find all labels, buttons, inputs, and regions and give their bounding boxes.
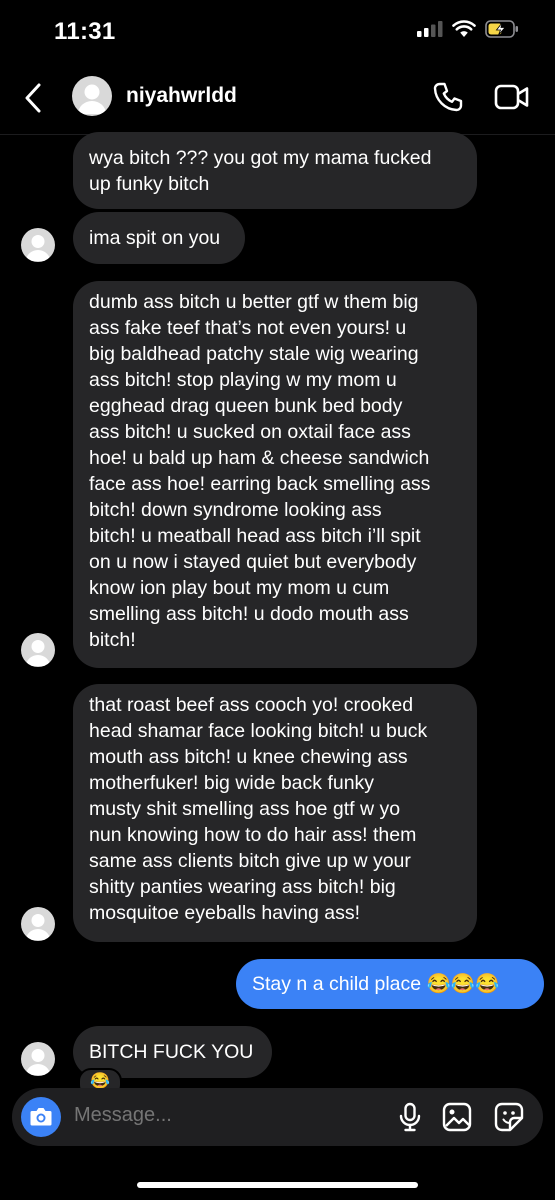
camera-button[interactable] [21,1097,61,1137]
signal-icon [417,21,443,37]
default-avatar-icon [78,84,106,114]
status-bar: 11:31 [0,0,555,60]
default-avatar-icon [26,914,50,940]
phone-icon[interactable] [432,81,464,113]
status-time: 11:31 [54,18,116,45]
message-bubble-outgoing[interactable]: Stay n a child place 😂😂😂 [236,959,544,1009]
video-icon[interactable] [494,83,530,111]
default-avatar-icon [26,1049,50,1075]
message-bubble-incoming[interactable]: dumb ass bitch u better gtf w them big a… [73,281,477,668]
home-indicator[interactable] [137,1182,418,1188]
default-avatar-icon [26,640,50,666]
message-bubble-incoming[interactable]: that roast beef ass cooch yo! crooked he… [73,684,477,942]
camera-icon [30,1108,52,1126]
sender-avatar[interactable] [21,1042,55,1076]
image-icon[interactable] [441,1101,473,1133]
sender-avatar[interactable] [21,907,55,941]
chevron-left-icon[interactable] [22,82,44,114]
sender-avatar[interactable] [21,633,55,667]
message-composer [12,1088,543,1146]
status-icons [417,20,519,38]
chat-header: niyahwrldd [0,62,555,135]
chat-username[interactable]: niyahwrldd [126,84,237,108]
message-bubble-incoming[interactable]: ima spit on you [73,212,245,264]
message-bubble-incoming[interactable]: wya bitch ??? you got my mama fucked up … [73,132,477,209]
sender-avatar[interactable] [21,228,55,262]
wifi-icon [452,20,476,37]
default-avatar-icon [26,235,50,261]
message-input[interactable] [74,1104,374,1127]
microphone-icon[interactable] [397,1101,423,1133]
profile-avatar[interactable] [72,76,112,116]
battery-charging-icon [485,20,518,38]
sticker-icon[interactable] [493,1101,525,1133]
